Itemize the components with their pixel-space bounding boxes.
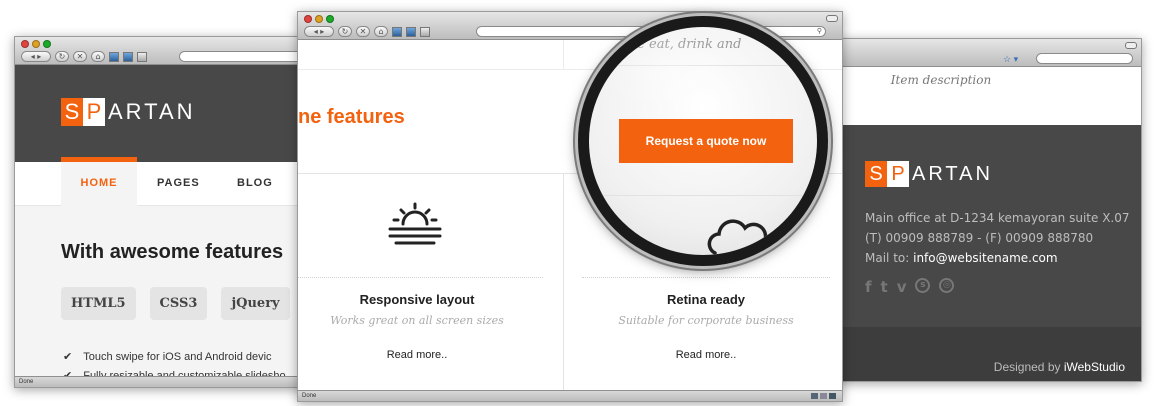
- list-item: ✔ Touch swipe for iOS and Android devic: [63, 351, 272, 363]
- nav-item-home[interactable]: HOME: [61, 157, 137, 206]
- bookmark-star-icon[interactable]: ☆ ▾: [1003, 54, 1018, 65]
- zoom-window-button[interactable]: [43, 40, 51, 48]
- magnifier-lens: re eat, drink and Request a quote now: [578, 16, 828, 266]
- site-header: S P ARTAN: [15, 65, 333, 162]
- status-icon: [811, 393, 818, 399]
- status-icon: [829, 393, 836, 399]
- toolbar-toggle-button[interactable]: [826, 15, 838, 22]
- screenshot-icon[interactable]: [109, 51, 119, 62]
- feature-subtitle: Suitable for corporate business: [618, 314, 794, 327]
- vimeo-icon[interactable]: v: [897, 278, 907, 296]
- read-more-link[interactable]: Read more..: [298, 349, 536, 361]
- tumblr-icon[interactable]: t: [881, 278, 888, 296]
- search-icon: ⚲: [816, 28, 822, 35]
- credit-prefix: Designed by: [993, 360, 1061, 374]
- site-logo[interactable]: S P ARTAN: [61, 98, 196, 126]
- tag-css3[interactable]: CSS3: [149, 287, 208, 320]
- check-icon: ✔: [63, 351, 73, 363]
- tag-jquery[interactable]: jQuery: [221, 287, 290, 320]
- tag-html5[interactable]: HTML5: [61, 287, 136, 320]
- feature-title: Responsive layout: [359, 292, 475, 307]
- features-heading: ne features: [298, 106, 405, 128]
- status-icon: [820, 393, 827, 399]
- features-heading: With awesome features: [61, 241, 284, 263]
- zoom-window-button[interactable]: [326, 15, 334, 23]
- browser-toolbar: ◂ ▸ ↻ ✕ ⌂: [15, 37, 333, 65]
- browser-window-left: ◂ ▸ ↻ ✕ ⌂ S P ARTAN HOME PAGES BLOG With…: [14, 36, 334, 388]
- dribbble-icon[interactable]: ◎: [939, 278, 955, 293]
- footer-main: S P ARTAN Main office at D-1234 kemayora…: [791, 125, 1141, 327]
- sunrise-icon: [388, 202, 442, 245]
- window-icon[interactable]: [406, 26, 416, 37]
- browser-toolbar: ☆ ▾: [791, 39, 1141, 67]
- search-field[interactable]: [1036, 53, 1133, 64]
- footer-logo[interactable]: S P ARTAN: [865, 161, 993, 187]
- feature-card-responsive: Responsive layout Works great on all scr…: [298, 174, 563, 390]
- home-button[interactable]: ⌂: [91, 51, 105, 62]
- skype-icon[interactable]: s: [915, 278, 931, 293]
- footer-phone: (T) 00909 888789 - (F) 00909 888780: [865, 231, 1094, 245]
- credit-link[interactable]: iWebStudio: [1064, 360, 1125, 374]
- status-bar: Done: [15, 376, 333, 387]
- home-button[interactable]: ⌂: [374, 26, 388, 37]
- back-forward-button[interactable]: ◂ ▸: [21, 51, 51, 62]
- minimize-window-button[interactable]: [32, 40, 40, 48]
- stop-button[interactable]: ✕: [73, 51, 87, 62]
- footer-bottom: Designed by iWebStudio: [791, 327, 1141, 381]
- status-bar: Done: [298, 390, 842, 401]
- close-window-button[interactable]: [304, 15, 312, 23]
- request-quote-button[interactable]: Request a quote now: [619, 119, 793, 163]
- print-icon[interactable]: [420, 26, 430, 37]
- screenshot-icon[interactable]: [392, 26, 402, 37]
- minimize-window-button[interactable]: [315, 15, 323, 23]
- read-more-link[interactable]: Read more..: [582, 349, 830, 361]
- facebook-icon[interactable]: f: [865, 278, 872, 296]
- feature-title: Retina ready: [666, 292, 746, 307]
- close-window-button[interactable]: [21, 40, 29, 48]
- main-nav: HOME PAGES BLOG: [15, 157, 333, 206]
- print-icon[interactable]: [137, 51, 147, 62]
- mail-link[interactable]: info@websitename.com: [913, 251, 1057, 265]
- stop-button[interactable]: ✕: [356, 26, 370, 37]
- nav-item-pages[interactable]: PAGES: [157, 177, 200, 189]
- feature-subtitle: Works great on all screen sizes: [330, 314, 504, 327]
- toolbar-toggle-button[interactable]: [1125, 42, 1137, 49]
- footer-address: Main office at D-1234 kemayoran suite X.…: [865, 211, 1130, 225]
- back-forward-button[interactable]: ◂ ▸: [304, 26, 334, 37]
- reload-button[interactable]: ↻: [55, 51, 69, 62]
- mail-label: Mail to:: [865, 251, 910, 265]
- nav-item-blog[interactable]: BLOG: [237, 177, 273, 189]
- reload-button[interactable]: ↻: [338, 26, 352, 37]
- window-icon[interactable]: [123, 51, 133, 62]
